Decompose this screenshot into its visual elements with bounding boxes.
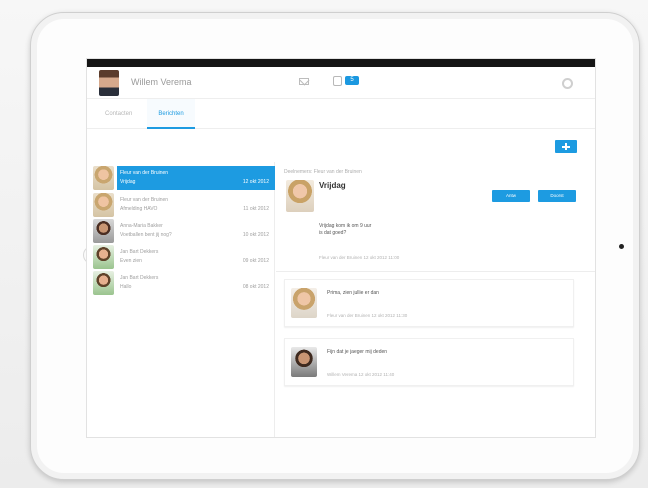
message-list-item[interactable]: Fleur van der Bruinen Vrijdag 12 okt 201…: [117, 166, 275, 190]
compose-button[interactable]: [555, 140, 577, 153]
reply-avatar: [291, 288, 317, 318]
sender-avatar: [286, 180, 314, 212]
reply-meta: Willem Verema 12 okt 2012 11:40: [327, 372, 395, 377]
message-avatar: [93, 219, 114, 243]
reply-avatar: [291, 347, 317, 377]
tab-contacts[interactable]: Contacten: [105, 99, 145, 129]
user-avatar[interactable]: [99, 70, 119, 96]
reply-text: Prima, zien jullie er dan: [327, 290, 379, 296]
tab-bar: Contacten Berichten: [87, 99, 595, 129]
user-name: Willem Verema: [131, 77, 192, 87]
chat-icon[interactable]: [333, 76, 342, 86]
message-list: Fleur van der Bruinen Vrijdag 12 okt 201…: [87, 162, 275, 437]
top-bar: Willem Verema 5: [87, 67, 595, 99]
message-avatar: [93, 271, 114, 295]
message-list-item[interactable]: Fleur van der Bruinen Afmelding HAVO 11 …: [117, 193, 275, 217]
camera-dot: [619, 244, 624, 249]
reply-button[interactable]: Antw: [492, 190, 530, 202]
participants-label: Deelnemers: Fleur van der Bruinen: [284, 169, 362, 175]
unread-badge: 5: [345, 76, 359, 85]
message-list-item[interactable]: Anna-Maria Bakker Voetballen bent jij no…: [117, 219, 275, 243]
message-list-item[interactable]: Jan Bart Dekkers Even zien 09 okt 2012: [117, 245, 275, 269]
reply-card: Fijn dat je jaeger mij deden Willem Vere…: [284, 338, 574, 386]
conversation-pane: Deelnemers: Fleur van der Bruinen Vrijda…: [276, 162, 595, 437]
app-screen: Willem Verema 5 Contacten Berichten Fleu…: [86, 58, 596, 438]
message-avatar: [93, 166, 114, 190]
reply-text: Fijn dat je jaeger mij deden: [327, 349, 388, 355]
reply-meta: Fleur van der Bruinen 12 okt 2012 11:30: [327, 313, 408, 318]
mail-icon[interactable]: [299, 78, 309, 85]
message-meta: Fleur van der Bruinen 12 okt 2012 11:00: [319, 255, 400, 260]
device-scene: Willem Verema 5 Contacten Berichten Fleu…: [0, 0, 648, 488]
message-avatar: [93, 193, 114, 217]
reply-card: Prima, zien jullie er dan Fleur van der …: [284, 279, 574, 327]
status-bar: [87, 59, 595, 67]
message-avatar: [93, 245, 114, 269]
tab-messages[interactable]: Berichten: [147, 99, 195, 129]
message-body: Vrijdag kom ik om 9 uur is dat goed?: [319, 223, 372, 236]
forward-button[interactable]: Doorst: [538, 190, 576, 202]
settings-icon[interactable]: [562, 78, 573, 89]
message-subject: Vrijdag: [319, 181, 346, 190]
message-list-item[interactable]: Jan Bart Dekkers Hallo 08 okt 2012: [117, 271, 275, 295]
conversation-divider: [276, 271, 595, 272]
